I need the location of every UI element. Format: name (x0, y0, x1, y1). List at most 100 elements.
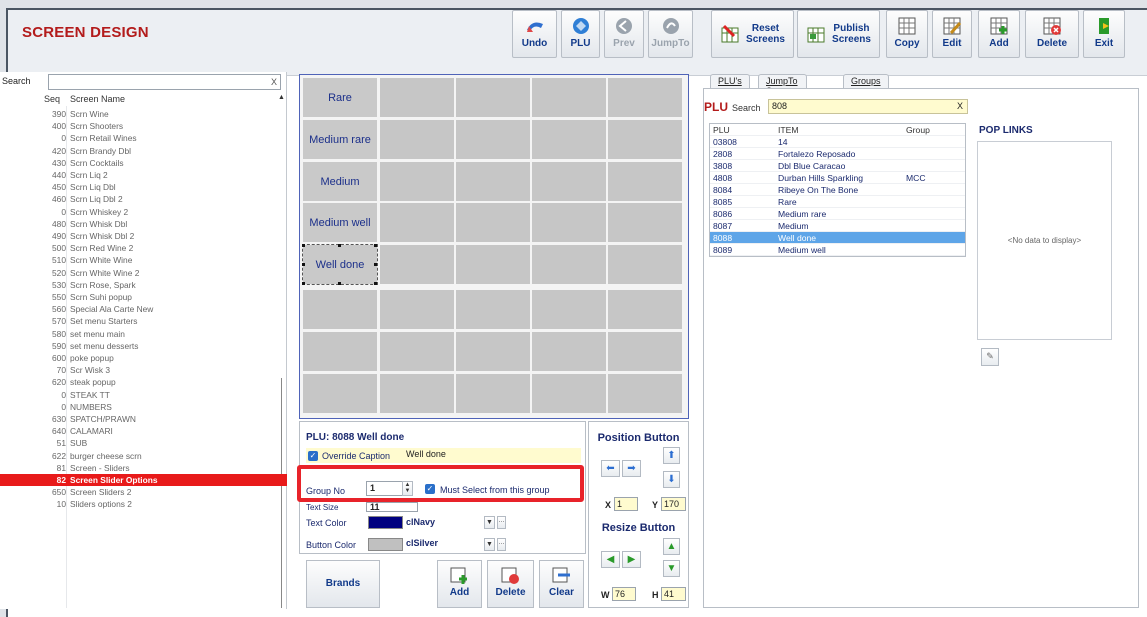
grow-width-icon[interactable]: ▶ (622, 551, 641, 568)
resize-handle[interactable] (374, 282, 377, 285)
copy-button[interactable]: Copy (886, 10, 928, 58)
table-row[interactable]: 8085 Rare (710, 196, 965, 208)
grid-cell[interactable] (380, 332, 454, 371)
list-item[interactable]: 440 Scrn Liq 2 (0, 169, 287, 181)
tab-jumpto-screens[interactable]: JumpTo Screens (758, 74, 808, 96)
list-item[interactable]: 480 Scrn Whisk Dbl (0, 218, 287, 230)
move-up-icon[interactable]: ⬆ (663, 447, 680, 464)
grid-cell[interactable] (380, 374, 454, 413)
list-item[interactable]: 430 Scrn Cocktails (0, 157, 287, 169)
text-color-more-button[interactable]: … (497, 516, 506, 529)
list-item[interactable]: 390 Scrn Wine (0, 108, 287, 120)
grow-height-icon[interactable]: ▲ (663, 538, 680, 555)
grid-cell[interactable] (608, 78, 682, 117)
table-row[interactable]: 2808 Fortalezo Reposado (710, 148, 965, 160)
grid-cell[interactable] (303, 374, 377, 413)
seq-column-header[interactable]: Seq (44, 94, 60, 104)
grid-cell[interactable] (532, 162, 606, 201)
grid-cell[interactable] (608, 290, 682, 329)
grid-cell[interactable] (532, 374, 606, 413)
text-color-dropdown[interactable]: ▼ (484, 516, 495, 529)
list-item[interactable]: 510 Scrn White Wine (0, 254, 287, 266)
grid-cell[interactable] (608, 203, 682, 242)
list-item[interactable]: 420 Scrn Brandy Dbl (0, 145, 287, 157)
list-item[interactable]: 560 Special Ala Carte New (0, 303, 287, 315)
screen-search-input[interactable]: X (48, 74, 281, 90)
list-item[interactable]: 0 STEAK TT (0, 389, 287, 401)
table-row[interactable]: 8087 Medium (710, 220, 965, 232)
jumpto-button[interactable]: JumpTo (648, 10, 693, 58)
brands-button[interactable]: Brands (306, 560, 380, 608)
grid-cell[interactable] (532, 332, 606, 371)
list-item[interactable]: 550 Scrn Suhi popup (0, 291, 287, 303)
grid-cell[interactable] (380, 203, 454, 242)
list-item[interactable]: 580 set menu main (0, 328, 287, 340)
grid-cell[interactable] (380, 78, 454, 117)
grid-cell[interactable] (456, 120, 530, 159)
list-item[interactable]: 570 Set menu Starters (0, 315, 287, 327)
pop-link-edit-button[interactable]: ✎ (981, 348, 999, 366)
plu-button[interactable]: PLU (561, 10, 600, 58)
grid-cell[interactable] (608, 374, 682, 413)
list-item[interactable]: 0 Scrn Whiskey 2 (0, 206, 287, 218)
override-caption-checkbox[interactable]: ✓ (308, 451, 318, 461)
table-row[interactable]: 8086 Medium rare (710, 208, 965, 220)
grid-button[interactable]: Medium (303, 162, 377, 201)
list-item[interactable]: 590 set menu desserts (0, 340, 287, 352)
button-color-more-button[interactable]: … (497, 538, 506, 551)
table-row[interactable]: 03808 14 (710, 136, 965, 148)
list-item[interactable]: 400 Scrn Shooters (0, 120, 287, 132)
grid-cell[interactable] (456, 78, 530, 117)
grid-button[interactable]: Rare (303, 78, 377, 117)
grid-cell[interactable] (532, 245, 606, 284)
list-item[interactable]: 620 steak popup (0, 376, 287, 388)
list-item[interactable]: 81 Screen - Sliders (0, 462, 287, 474)
list-item[interactable]: 0 Scrn Retail Wines (0, 132, 287, 144)
edit-button[interactable]: Edit (932, 10, 972, 58)
resize-handle[interactable] (302, 282, 305, 285)
grid-button[interactable]: Medium rare (303, 120, 377, 159)
grid-cell[interactable] (456, 290, 530, 329)
delete-button[interactable]: Delete (1025, 10, 1079, 58)
grid-cell[interactable] (608, 245, 682, 284)
list-item[interactable]: 640 CALAMARI (0, 425, 287, 437)
list-item[interactable]: 600 poke popup (0, 352, 287, 364)
grid-cell[interactable] (303, 290, 377, 329)
move-left-icon[interactable]: ⬅ (601, 460, 620, 477)
override-caption-input[interactable]: Well done (403, 448, 521, 463)
grid-button[interactable]: Medium well (303, 203, 377, 242)
button-color-dropdown[interactable]: ▼ (484, 538, 495, 551)
grid-cell[interactable] (456, 162, 530, 201)
undo-button[interactable]: Undo (512, 10, 557, 58)
list-item[interactable]: 520 Scrn White Wine 2 (0, 267, 287, 279)
grid-cell[interactable] (380, 290, 454, 329)
grid-cell[interactable] (532, 203, 606, 242)
resize-handle[interactable] (374, 263, 377, 266)
list-item[interactable]: 10 Sliders options 2 (0, 498, 287, 510)
name-column-header[interactable]: Screen Name (70, 94, 125, 104)
list-item[interactable]: 51 SUB (0, 437, 287, 449)
add-button[interactable]: Add (978, 10, 1020, 58)
tab-groups[interactable]: Groups (843, 74, 889, 88)
grid-cell[interactable] (608, 332, 682, 371)
list-item[interactable]: 490 Scrn Whisk Dbl 2 (0, 230, 287, 242)
move-right-icon[interactable]: ➡ (622, 460, 641, 477)
table-row[interactable]: 4808 Durban Hills Sparkling MCC (710, 172, 965, 184)
clear-search-button[interactable]: X (271, 77, 277, 87)
plu-search-input[interactable]: 808 X (768, 99, 968, 114)
resize-handle[interactable] (338, 244, 341, 247)
exit-button[interactable]: Exit (1083, 10, 1125, 58)
move-down-icon[interactable]: ⬇ (663, 471, 680, 488)
list-item[interactable]: 530 Scrn Rose, Spark (0, 279, 287, 291)
grid-cell[interactable] (380, 120, 454, 159)
add-grid-button[interactable]: Add (437, 560, 482, 608)
x-input[interactable]: 1 (614, 497, 638, 511)
tab-plus[interactable]: PLU's (710, 74, 750, 88)
resize-handle[interactable] (302, 263, 305, 266)
grid-cell[interactable] (456, 245, 530, 284)
list-item[interactable]: 460 Scrn Liq Dbl 2 (0, 193, 287, 205)
list-item[interactable]: 70 Scr Wisk 3 (0, 364, 287, 376)
publish-screens-button[interactable]: Publish Screens (797, 10, 880, 58)
list-item[interactable]: 630 SPATCH/PRAWN (0, 413, 287, 425)
h-input[interactable]: 41 (661, 587, 686, 601)
